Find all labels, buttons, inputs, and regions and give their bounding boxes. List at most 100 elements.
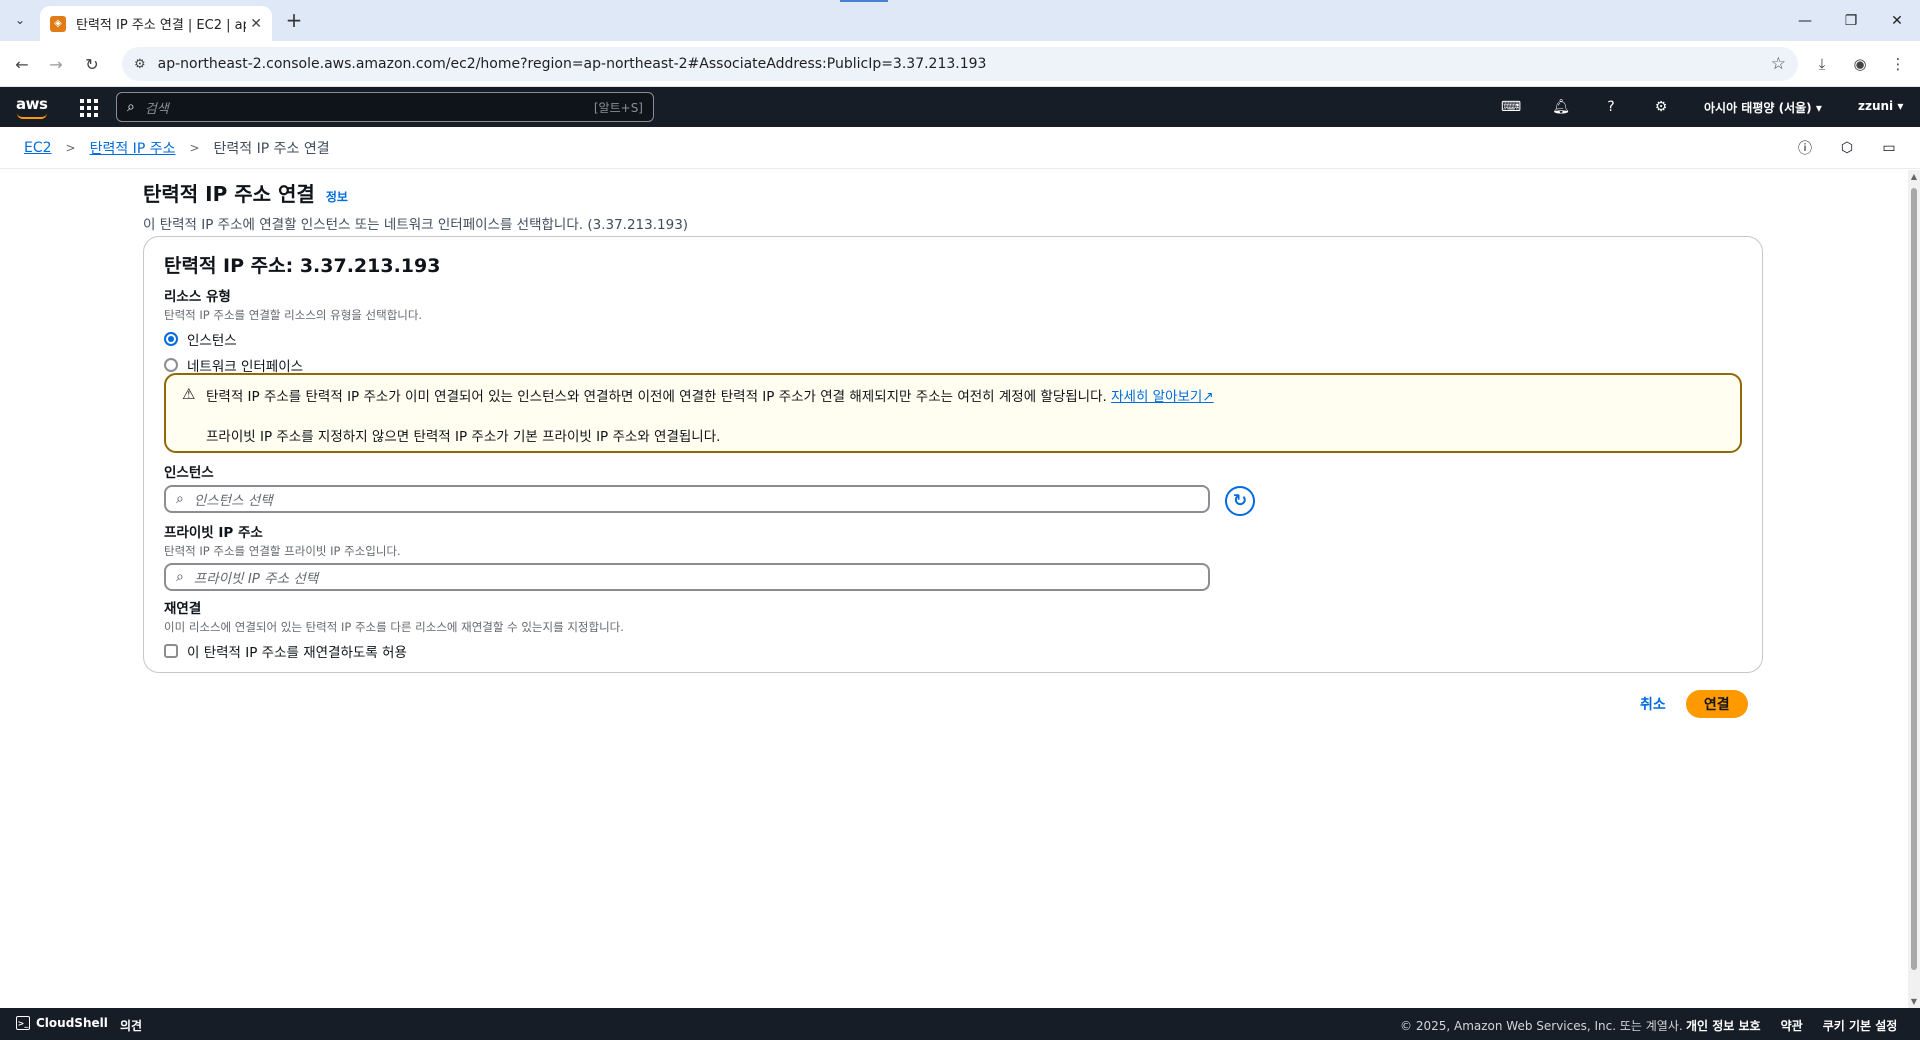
- allow-reassociation-checkbox[interactable]: 이 탄력적 IP 주소를 재연결하도록 허용: [164, 641, 624, 661]
- restore-icon[interactable]: ❐: [1828, 0, 1874, 41]
- back-icon[interactable]: ←: [10, 52, 34, 76]
- associate-address-form: 탄력적 IP 주소: 3.37.213.193 리소스 유형 탄력적 IP 주소…: [143, 236, 1763, 673]
- aws-logo[interactable]: aws: [16, 95, 48, 113]
- instance-label: 인스턴스: [164, 465, 214, 481]
- help-icon[interactable]: ?: [1600, 96, 1622, 118]
- scroll-down-arrow-icon[interactable]: ▼: [1910, 997, 1918, 1006]
- search-icon: ⌕: [127, 99, 135, 115]
- refresh-icon[interactable]: ↻: [1225, 486, 1255, 516]
- download-icon[interactable]: ⤓: [1810, 52, 1834, 76]
- page-title: 탄력적 IP 주소 연결: [143, 182, 315, 206]
- search-shortcut: [알트+S]: [593, 100, 643, 115]
- browser-actions: ⤓ ◉ ⋮: [1810, 52, 1910, 76]
- search-icon: ⌕: [176, 569, 184, 585]
- site-info-icon[interactable]: ⚙: [134, 57, 146, 72]
- reassociation-label: 재연결: [164, 601, 202, 617]
- aws-top-nav: aws ⌕ 검색 [알트+S] ⌨ 🔔︎ ? ⚙ 아시아 태평양 (서울) ▾ …: [0, 87, 1920, 127]
- window-controls: — ❐ ✕: [1782, 0, 1920, 41]
- page-description: 이 탄력적 IP 주소에 연결할 인스턴스 또는 네트워크 인터페이스를 선택합…: [143, 217, 689, 233]
- settings-gear-icon[interactable]: ⚙: [1650, 96, 1672, 118]
- breadcrumb-ec2[interactable]: EC2: [24, 140, 52, 156]
- terms-link[interactable]: 약관: [1781, 1017, 1803, 1034]
- reload-icon[interactable]: ↻: [80, 52, 104, 76]
- aws-logo-smile: [17, 113, 47, 119]
- close-window-icon[interactable]: ✕: [1874, 0, 1920, 41]
- close-tab-icon[interactable]: ✕: [250, 16, 262, 32]
- chevron-right-icon: >: [189, 140, 200, 155]
- vertical-scrollbar[interactable]: ▲ ▼: [1908, 170, 1920, 1008]
- minimize-icon[interactable]: —: [1782, 0, 1828, 41]
- cloudshell-icon[interactable]: ⌨: [1500, 96, 1522, 118]
- alert-secondary-text: 프라이빗 IP 주소를 지정하지 않으면 탄력적 IP 주소가 기본 프라이빗 …: [206, 429, 721, 445]
- instance-field: 인스턴스 ⌕ 인스턴스 선택: [164, 461, 1210, 513]
- browser-tab[interactable]: ◈ 탄력적 IP 주소 연결 | EC2 | ap ✕: [40, 6, 272, 41]
- alert-text: 탄력적 IP 주소를 탄력적 IP 주소가 이미 연결되어 있는 인스턴스와 연…: [206, 385, 1214, 405]
- console-footer: >_ CloudShell 의견 © 2025, Amazon Web Serv…: [0, 1008, 1920, 1040]
- tab-search-chevron-icon[interactable]: ⌄: [8, 8, 32, 32]
- search-placeholder: 검색: [144, 101, 169, 117]
- breadcrumb: EC2 > 탄력적 IP 주소 > 탄력적 IP 주소 연결 ⓘ ⬡ ▭: [0, 127, 1920, 169]
- instance-select[interactable]: ⌕ 인스턴스 선택: [164, 485, 1210, 513]
- cloudshell-label[interactable]: CloudShell: [36, 1016, 108, 1030]
- info-panel-icon[interactable]: ⓘ: [1794, 137, 1816, 159]
- notifications-bell-icon[interactable]: 🔔︎: [1550, 96, 1572, 118]
- services-grid-icon[interactable]: [80, 99, 98, 117]
- learn-more-text[interactable]: 자세히 알아보기: [1111, 389, 1202, 405]
- aws-favicon-icon: ◈: [50, 15, 66, 32]
- profile-icon[interactable]: ◉: [1848, 52, 1872, 76]
- tab-group-indicator: [840, 0, 888, 2]
- footer-links: 개인 정보 보호 약관 쿠키 기본 설정: [1686, 1017, 1897, 1034]
- browser-tab-bar: ⌄ ◈ 탄력적 IP 주소 연결 | EC2 | ap ✕ + — ❐ ✕: [0, 0, 1920, 41]
- search-input[interactable]: ⌕ 검색 [알트+S]: [116, 92, 654, 122]
- warning-alert: ⚠ 탄력적 IP 주소를 탄력적 IP 주소가 이미 연결되어 있는 인스턴스와…: [164, 373, 1742, 453]
- forward-icon[interactable]: →: [44, 52, 68, 76]
- info-link[interactable]: 정보: [326, 190, 348, 204]
- allow-reassociation-label[interactable]: 이 탄력적 IP 주소를 재연결하도록 허용: [187, 641, 407, 661]
- bookmark-star-icon[interactable]: ☆: [1771, 54, 1786, 74]
- warning-icon: ⚠: [182, 385, 196, 403]
- tab-title: 탄력적 IP 주소 연결 | EC2 | ap: [76, 18, 246, 33]
- resource-type-field: 리소스 유형 탄력적 IP 주소를 연결할 리소스의 유형을 선택합니다. 인스…: [164, 285, 422, 375]
- page-header: 탄력적 IP 주소 연결 정보 이 탄력적 IP 주소에 연결할 인스턴스 또는…: [143, 178, 688, 233]
- reassociation-description: 이미 리소스에 연결되어 있는 탄력적 IP 주소를 다른 리소스에 재연결할 …: [164, 620, 624, 634]
- cancel-button[interactable]: 취소: [1640, 694, 1666, 714]
- page-tools: ⓘ ⬡ ▭: [1794, 137, 1900, 159]
- cloudshell-terminal-icon: >_: [16, 1016, 30, 1030]
- address-bar[interactable]: ⚙ ap-northeast-2.console.aws.amazon.com/…: [122, 47, 1798, 81]
- learn-more-link[interactable]: 자세히 알아보기↗: [1111, 389, 1214, 405]
- resource-type-label: 리소스 유형: [164, 289, 231, 305]
- reassociation-field: 재연결 이미 리소스에 연결되어 있는 탄력적 IP 주소를 다른 리소스에 재…: [164, 597, 624, 661]
- private-ip-field: 프라이빗 IP 주소 탄력적 IP 주소를 연결할 프라이빗 IP 주소입니다.…: [164, 521, 1210, 591]
- search-icon: ⌕: [176, 491, 184, 507]
- alert-message: 탄력적 IP 주소를 탄력적 IP 주소가 이미 연결되어 있는 인스턴스와 연…: [206, 389, 1107, 405]
- radio-unselected-icon[interactable]: [164, 358, 178, 372]
- checkbox-unchecked-icon[interactable]: [164, 644, 178, 658]
- external-link-icon: ↗: [1202, 389, 1214, 405]
- radio-selected-icon[interactable]: [164, 332, 178, 346]
- scrollbar-thumb[interactable]: [1911, 188, 1917, 970]
- radio-network-interface-label[interactable]: 네트워크 인터페이스: [187, 355, 303, 375]
- feedback-screen-icon[interactable]: ▭: [1878, 137, 1900, 159]
- card-title: 탄력적 IP 주소: 3.37.213.193: [164, 255, 441, 277]
- cookie-preferences-link[interactable]: 쿠키 기본 설정: [1823, 1017, 1898, 1034]
- feedback-link[interactable]: 의견: [120, 1017, 142, 1034]
- radio-instance-label[interactable]: 인스턴스: [187, 329, 237, 349]
- private-ip-description: 탄력적 IP 주소를 연결할 프라이빗 IP 주소입니다.: [164, 544, 401, 558]
- settings-hex-icon[interactable]: ⬡: [1836, 137, 1858, 159]
- browser-toolbar: ← → ↻ ⚙ ap-northeast-2.console.aws.amazo…: [0, 41, 1920, 87]
- scroll-up-arrow-icon[interactable]: ▲: [1910, 172, 1918, 181]
- resource-type-description: 탄력적 IP 주소를 연결할 리소스의 유형을 선택합니다.: [164, 308, 423, 322]
- url-text[interactable]: ap-northeast-2.console.aws.amazon.com/ec…: [158, 56, 987, 72]
- breadcrumb-elastic-ips[interactable]: 탄력적 IP 주소: [90, 138, 176, 158]
- region-selector[interactable]: 아시아 태평양 (서울) ▾: [1704, 99, 1822, 116]
- radio-network-interface[interactable]: 네트워크 인터페이스: [164, 355, 422, 375]
- privacy-link[interactable]: 개인 정보 보호: [1686, 1017, 1761, 1034]
- radio-instance[interactable]: 인스턴스: [164, 329, 422, 349]
- new-tab-button[interactable]: +: [282, 8, 306, 32]
- menu-kebab-icon[interactable]: ⋮: [1886, 52, 1910, 76]
- copyright-text: © 2025, Amazon Web Services, Inc. 또는 계열사…: [1400, 1019, 1683, 1033]
- private-ip-select[interactable]: ⌕ 프라이빗 IP 주소 선택: [164, 563, 1210, 591]
- cloudshell-button[interactable]: >_ CloudShell: [16, 1016, 108, 1030]
- associate-button[interactable]: 연결: [1685, 690, 1748, 718]
- account-menu[interactable]: zzuni ▾: [1858, 99, 1903, 113]
